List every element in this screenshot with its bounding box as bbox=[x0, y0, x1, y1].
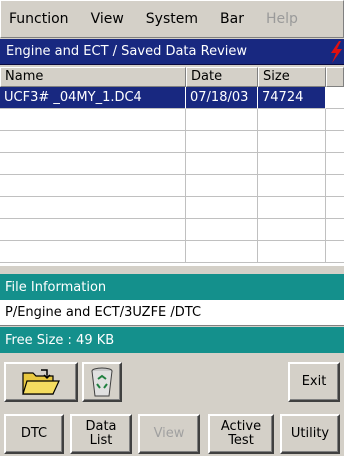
menu-help: Help bbox=[265, 11, 298, 27]
menu-bar-item[interactable]: Bar bbox=[220, 11, 244, 27]
open-folder-button[interactable] bbox=[4, 362, 78, 402]
table-row-empty bbox=[0, 109, 344, 131]
header-size[interactable]: Size bbox=[258, 67, 326, 87]
table-header: Name Date Size bbox=[0, 67, 344, 87]
table-row-empty bbox=[0, 197, 344, 219]
data-list-button[interactable]: Data List bbox=[70, 414, 132, 454]
lightning-flash-icon bbox=[331, 41, 342, 63]
cell-size: 74724 bbox=[258, 87, 326, 109]
menu-view[interactable]: View bbox=[91, 11, 124, 27]
window-title: Engine and ECT / Saved Data Review bbox=[6, 44, 248, 59]
header-name[interactable]: Name bbox=[0, 67, 186, 87]
recycle-bin-icon bbox=[91, 367, 113, 397]
file-table: Name Date Size UCF3# _04MY_1.DC4 07/18/0… bbox=[0, 67, 344, 266]
header-date[interactable]: Date bbox=[186, 67, 258, 87]
menu-bar: Function View System Bar Help bbox=[0, 0, 344, 38]
table-row-empty bbox=[0, 175, 344, 197]
view-button: View bbox=[138, 414, 200, 454]
dtc-button[interactable]: DTC bbox=[4, 414, 64, 454]
active-test-button[interactable]: Active Test bbox=[208, 414, 274, 454]
file-path: P/Engine and ECT/3UZFE /DTC bbox=[0, 300, 344, 326]
table-row-empty bbox=[0, 241, 344, 263]
table-row-empty bbox=[0, 219, 344, 241]
cell-name: UCF3# _04MY_1.DC4 bbox=[0, 87, 186, 109]
active-test-label: Active Test bbox=[220, 419, 262, 448]
utility-button[interactable]: Utility bbox=[280, 414, 340, 454]
free-size: Free Size : 49 KB bbox=[0, 327, 344, 353]
menu-system[interactable]: System bbox=[146, 11, 198, 27]
table-row-empty bbox=[0, 131, 344, 153]
window-title-bar: Engine and ECT / Saved Data Review bbox=[0, 39, 344, 65]
cell-date: 07/18/03 bbox=[186, 87, 258, 109]
table-row-empty bbox=[0, 153, 344, 175]
header-filler bbox=[326, 67, 344, 87]
table-row[interactable]: UCF3# _04MY_1.DC4 07/18/03 74724 bbox=[0, 87, 344, 109]
open-folder-icon bbox=[22, 369, 60, 395]
cell-filler bbox=[326, 87, 344, 109]
exit-button[interactable]: Exit bbox=[288, 362, 340, 402]
file-info-header: File Information bbox=[0, 274, 344, 300]
recycle-bin-button[interactable] bbox=[82, 362, 122, 402]
data-list-label: Data List bbox=[85, 419, 117, 448]
menu-function[interactable]: Function bbox=[9, 11, 69, 27]
